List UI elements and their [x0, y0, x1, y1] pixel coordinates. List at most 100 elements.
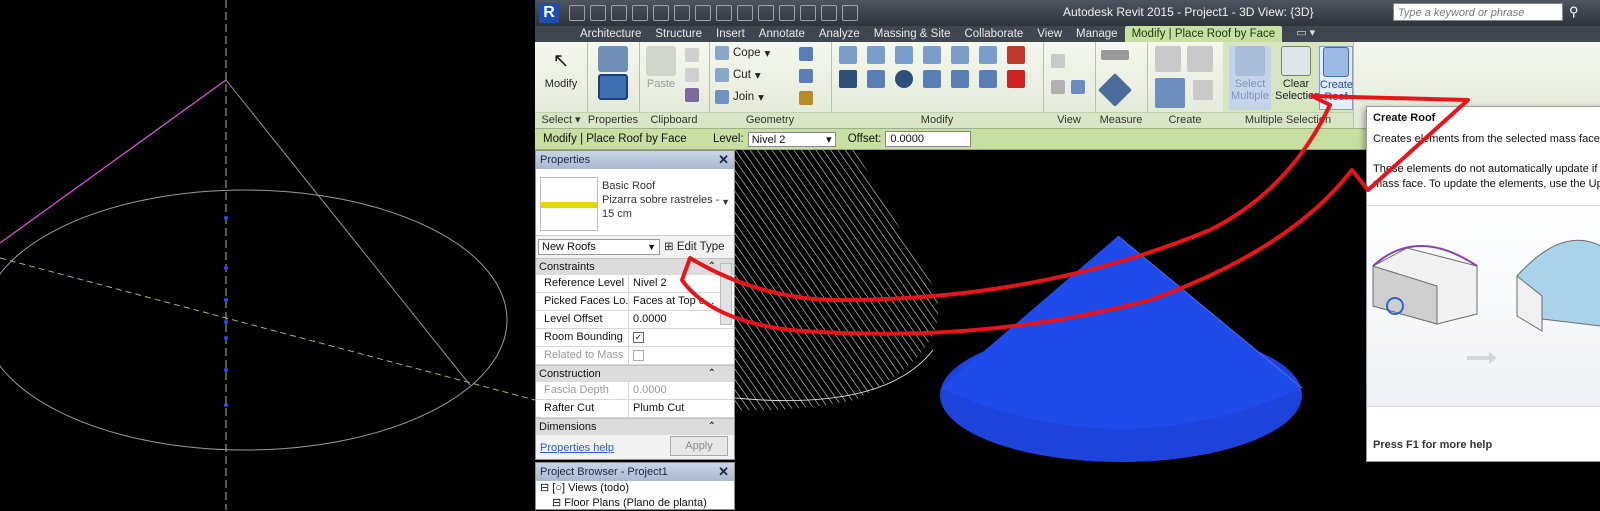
tree-item-floor-plans[interactable]: ⊟ Floor Plans (Plano de planta) [536, 496, 734, 511]
tab-structure[interactable]: Structure [648, 26, 709, 42]
reference-level-row[interactable]: Reference Level Nivel 2 [536, 275, 734, 293]
binoculars-icon[interactable]: ⚲ [1569, 4, 1587, 20]
save-icon[interactable] [590, 5, 606, 21]
3d-view-icon[interactable] [758, 5, 774, 21]
tab-architecture[interactable]: Architecture [573, 26, 648, 42]
tab-view[interactable]: View [1030, 26, 1069, 42]
select-panel-label[interactable]: Select ▾ [535, 112, 587, 128]
properties-scrollbar[interactable] [720, 263, 732, 325]
trim-extend-icon[interactable] [923, 70, 941, 88]
section-icon[interactable] [779, 5, 795, 21]
create-roof-button[interactable]: Create Roof [1319, 46, 1353, 110]
select-multiple-button[interactable]: Select Multiple [1229, 46, 1271, 110]
paste-button[interactable]: Paste [645, 46, 677, 90]
split-element-icon[interactable] [951, 46, 969, 64]
close-icon[interactable]: ✕ [718, 151, 729, 169]
offset-input[interactable]: 0.0000 [885, 131, 972, 147]
delete-icon[interactable] [1007, 70, 1025, 88]
tab-analyze[interactable]: Analyze [812, 26, 867, 42]
wall-joins-icon[interactable] [799, 47, 813, 61]
align-icon[interactable] [839, 46, 857, 64]
sync-icon[interactable] [611, 5, 627, 21]
create-panel-label: Create [1147, 112, 1223, 128]
type-selector-arrow-icon[interactable]: ▼ [721, 197, 730, 207]
edit-type-button[interactable]: ⊞ Edit Type [664, 239, 725, 253]
linework-icon[interactable] [1051, 80, 1065, 94]
create-roof-tooltip: Create Roof Creates elements from the se… [1366, 106, 1600, 462]
dimensions-group[interactable]: Dimensions ⌃ [536, 418, 734, 435]
join-button[interactable]: Join ▾ [715, 90, 764, 104]
close-hidden-icon[interactable] [821, 5, 837, 21]
split-gap-icon[interactable] [979, 46, 997, 64]
switch-windows-icon[interactable] [842, 5, 858, 21]
create-group-icon[interactable] [1193, 80, 1213, 100]
tab-manage[interactable]: Manage [1069, 26, 1125, 42]
quick-access-toolbar[interactable] [569, 4, 858, 22]
mirror-draw-axis-icon[interactable] [923, 46, 941, 64]
apply-button[interactable]: Apply [670, 436, 728, 456]
mirror-pick-axis-icon[interactable] [895, 46, 913, 64]
cut-scissors-icon[interactable] [685, 48, 699, 62]
clear-selection-button[interactable]: Clear Selection [1275, 46, 1320, 102]
cope-icon [715, 46, 729, 60]
picked-faces-row[interactable]: Picked Faces Lo... Faces at Top o... [536, 293, 734, 311]
print-icon[interactable] [674, 5, 690, 21]
hide-icon[interactable] [1071, 80, 1085, 94]
copy-element-icon[interactable] [867, 70, 885, 88]
dimension-icon[interactable] [1098, 73, 1132, 107]
tab-modify-place-roof-by-face[interactable]: Modify | Place Roof by Face [1124, 26, 1283, 42]
redo-icon[interactable] [653, 5, 669, 21]
constraints-group[interactable]: Constraints ⌃ [536, 258, 734, 275]
close-icon[interactable]: ✕ [718, 463, 729, 481]
array-icon[interactable] [951, 70, 969, 88]
unpin-icon[interactable] [1007, 46, 1025, 64]
tag-icon[interactable] [716, 5, 732, 21]
scale-icon[interactable] [979, 70, 997, 88]
construction-group[interactable]: Construction ⌃ [536, 365, 734, 382]
measure-icon[interactable] [695, 5, 711, 21]
properties-help-link[interactable]: Properties help [540, 442, 614, 454]
modify-button[interactable]: ↖ Modify [541, 46, 581, 90]
instance-filter-dropdown[interactable]: New Roofs ▼ [538, 239, 660, 255]
room-bounding-checkbox[interactable]: ✓ [633, 332, 644, 343]
match-type-icon[interactable] [685, 88, 699, 102]
tree-item-views[interactable]: ⊟ [○] Views (todo) [536, 481, 734, 496]
copy-icon[interactable] [685, 68, 699, 82]
undo-icon[interactable] [632, 5, 648, 21]
move-icon[interactable] [839, 70, 857, 88]
cut-button[interactable]: Cut ▾ [715, 68, 761, 82]
room-bounding-row[interactable]: Room Bounding ✓ [536, 329, 734, 347]
split-face-icon[interactable] [799, 69, 813, 83]
revit-logo-icon[interactable]: R [539, 3, 559, 23]
rotate-icon[interactable] [895, 70, 913, 88]
ribbed-roof-shape [735, 150, 939, 411]
override-graphics-icon[interactable] [1051, 54, 1065, 68]
tab-annotate[interactable]: Annotate [752, 26, 812, 42]
search-input[interactable]: Type a keyword or phrase [1393, 3, 1563, 21]
type-selector[interactable]: Basic Roof Pizarra sobre rastreles - 15 … [536, 169, 734, 236]
open-icon[interactable] [569, 5, 585, 21]
cope-button[interactable]: Cope ▾ [715, 46, 770, 60]
rafter-cut-row[interactable]: Rafter Cut Plumb Cut [536, 400, 734, 418]
create-similar-icon[interactable] [1155, 78, 1185, 108]
paint-icon[interactable] [799, 91, 813, 105]
level-dropdown[interactable]: Nivel 2 ▾ [747, 131, 836, 147]
thin-lines-icon[interactable] [800, 5, 816, 21]
left-3d-view[interactable] [0, 0, 535, 510]
project-browser: Project Browser - Project1 ✕ ⊟ [○] Views… [535, 462, 735, 510]
tab-insert[interactable]: Insert [709, 26, 752, 42]
tab-massing-site[interactable]: Massing & Site [867, 26, 958, 42]
panel-toggle-icon[interactable]: ▭ ▾ [1296, 26, 1315, 42]
type-properties-button[interactable] [597, 46, 629, 102]
diagonal-axis-line [0, 257, 535, 401]
create-assembly-icon[interactable] [1187, 46, 1213, 72]
create-part-icon[interactable] [1155, 46, 1181, 72]
measure-distance-icon[interactable] [1101, 50, 1129, 60]
level-offset-row[interactable]: Level Offset 0.0000 [536, 311, 734, 329]
select-multiple-label-1: Select [1234, 78, 1266, 90]
offset-icon[interactable] [867, 46, 885, 64]
tab-collaborate[interactable]: Collaborate [957, 26, 1030, 42]
clipboard-panel-label: Clipboard [639, 112, 709, 128]
tooltip-title: Create Roof [1373, 112, 1436, 124]
text-icon[interactable] [737, 5, 753, 21]
